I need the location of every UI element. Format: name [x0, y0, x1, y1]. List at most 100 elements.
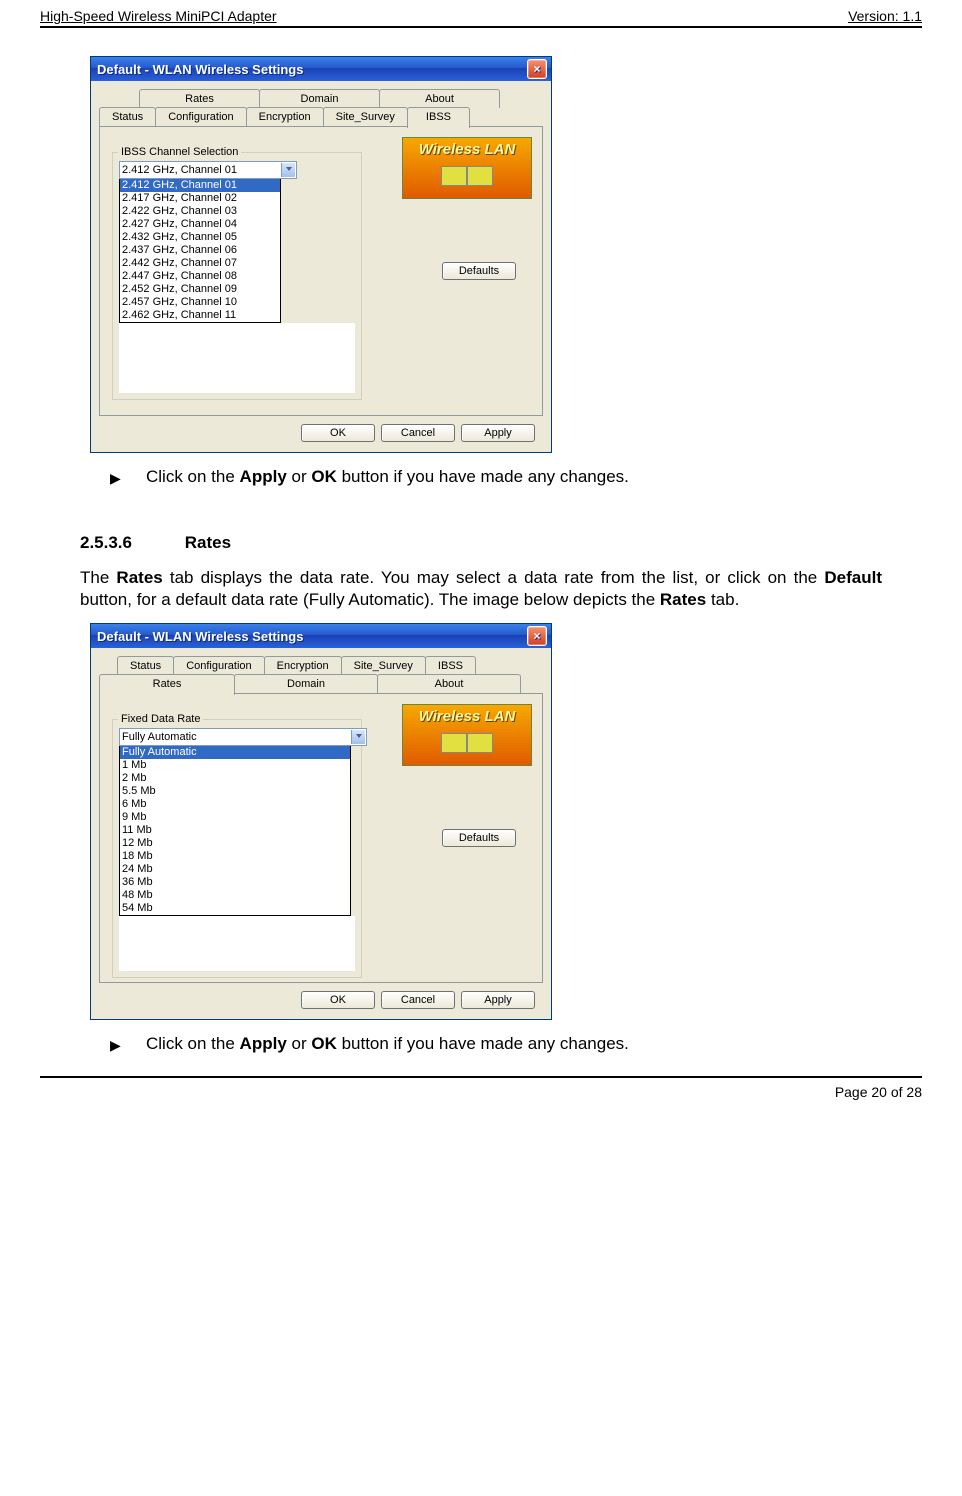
defaults-button[interactable]: Defaults	[442, 262, 516, 280]
rates-paragraph: The Rates tab displays the data rate. Yo…	[80, 567, 882, 611]
list-item[interactable]: 2.437 GHz, Channel 06	[120, 244, 280, 257]
list-item[interactable]: 2.427 GHz, Channel 04	[120, 218, 280, 231]
dialog-buttons: OK Cancel Apply	[99, 983, 543, 1009]
list-item[interactable]: 2.457 GHz, Channel 10	[120, 296, 280, 309]
list-item[interactable]: 2.412 GHz, Channel 01	[120, 179, 280, 192]
rate-listbox[interactable]: Fully Automatic 1 Mb 2 Mb 5.5 Mb 6 Mb 9 …	[119, 745, 351, 916]
window-title: Default - WLAN Wireless Settings	[97, 62, 303, 77]
list-item[interactable]: 5.5 Mb	[120, 785, 350, 798]
logo-text: Wireless LAN	[403, 708, 531, 725]
close-icon[interactable]: ×	[527, 59, 547, 79]
list-item[interactable]: 48 Mb	[120, 889, 350, 902]
header-right: Version: 1.1	[848, 8, 922, 24]
tab-about[interactable]: About	[379, 89, 500, 108]
tab-configuration[interactable]: Configuration	[173, 656, 264, 675]
list-item[interactable]: 2.447 GHz, Channel 08	[120, 270, 280, 283]
tab-ibss[interactable]: IBSS	[425, 656, 476, 675]
list-item[interactable]: 11 Mb	[120, 824, 350, 837]
logo-text: Wireless LAN	[403, 141, 531, 158]
tab-configuration[interactable]: Configuration	[155, 107, 246, 126]
document-page: High-Speed Wireless MiniPCI Adapter Vers…	[0, 0, 962, 1120]
list-item[interactable]: 54 Mb	[120, 902, 350, 915]
list-item[interactable]: 2.452 GHz, Channel 09	[120, 283, 280, 296]
cancel-button[interactable]: Cancel	[381, 991, 455, 1009]
listbox-whitespace	[119, 916, 355, 971]
fixed-data-rate-groupbox: Fixed Data Rate Fully Automatic Fully Au…	[112, 702, 362, 978]
tabstrip: Status Configuration Encryption Site_Sur…	[99, 656, 543, 694]
tab-panel-rates: Fixed Data Rate Fully Automatic Fully Au…	[99, 693, 543, 983]
instruction-bullet: ▶ Click on the Apply or OK button if you…	[110, 1034, 882, 1054]
computer-icon	[467, 733, 493, 753]
tab-encryption[interactable]: Encryption	[246, 107, 324, 126]
page-number: Page 20 of 28	[835, 1084, 922, 1100]
list-item[interactable]: 2.462 GHz, Channel 11	[120, 309, 280, 322]
page-header: High-Speed Wireless MiniPCI Adapter Vers…	[40, 8, 922, 28]
tab-panel-ibss: IBSS Channel Selection 2.412 GHz, Channe…	[99, 126, 543, 416]
combobox-value: 2.412 GHz, Channel 01	[122, 164, 237, 176]
tab-about[interactable]: About	[377, 674, 521, 693]
section-heading: 2.5.3.6 Rates	[80, 533, 882, 553]
section-number: 2.5.3.6	[80, 533, 180, 553]
rates-settings-window: Default - WLAN Wireless Settings × Statu…	[90, 623, 552, 1020]
titlebar[interactable]: Default - WLAN Wireless Settings ×	[91, 57, 551, 81]
ibss-channel-groupbox: IBSS Channel Selection 2.412 GHz, Channe…	[112, 135, 362, 400]
cancel-button[interactable]: Cancel	[381, 424, 455, 442]
list-item[interactable]: 18 Mb	[120, 850, 350, 863]
list-item[interactable]: 12 Mb	[120, 837, 350, 850]
list-item[interactable]: 6 Mb	[120, 798, 350, 811]
instruction-bullet: ▶ Click on the Apply or OK button if you…	[110, 467, 882, 487]
tab-status[interactable]: Status	[117, 656, 174, 675]
bullet-arrow-icon: ▶	[110, 1034, 146, 1054]
list-item[interactable]: 36 Mb	[120, 876, 350, 889]
tab-rates[interactable]: Rates	[99, 674, 235, 695]
apply-button[interactable]: Apply	[461, 424, 535, 442]
computer-icon	[467, 166, 493, 186]
rate-combobox[interactable]: Fully Automatic	[119, 728, 367, 746]
channel-listbox[interactable]: 2.412 GHz, Channel 01 2.417 GHz, Channel…	[119, 178, 281, 323]
tab-status[interactable]: Status	[99, 107, 156, 126]
tab-ibss[interactable]: IBSS	[407, 107, 470, 128]
tab-site-survey[interactable]: Site_Survey	[323, 107, 408, 126]
tab-site-survey[interactable]: Site_Survey	[341, 656, 426, 675]
ok-button[interactable]: OK	[301, 991, 375, 1009]
listbox-whitespace	[119, 323, 355, 393]
groupbox-label: IBSS Channel Selection	[118, 146, 241, 158]
list-item[interactable]: 9 Mb	[120, 811, 350, 824]
list-item[interactable]: 1 Mb	[120, 759, 350, 772]
titlebar[interactable]: Default - WLAN Wireless Settings ×	[91, 624, 551, 648]
tab-encryption[interactable]: Encryption	[264, 656, 342, 675]
list-item[interactable]: Fully Automatic	[120, 746, 350, 759]
apply-button[interactable]: Apply	[461, 991, 535, 1009]
window-body: Rates Domain About Status Configuration …	[91, 81, 551, 452]
instruction-text: Click on the Apply or OK button if you h…	[146, 467, 629, 487]
section-title: Rates	[185, 533, 231, 552]
list-item[interactable]: 24 Mb	[120, 863, 350, 876]
window-title: Default - WLAN Wireless Settings	[97, 629, 303, 644]
header-left: High-Speed Wireless MiniPCI Adapter	[40, 8, 277, 24]
close-icon[interactable]: ×	[527, 626, 547, 646]
list-item[interactable]: 2.422 GHz, Channel 03	[120, 205, 280, 218]
chevron-down-icon	[356, 734, 362, 738]
list-item[interactable]: 2 Mb	[120, 772, 350, 785]
list-item[interactable]: 2.432 GHz, Channel 05	[120, 231, 280, 244]
instruction-text: Click on the Apply or OK button if you h…	[146, 1034, 629, 1054]
tabstrip: Rates Domain About Status Configuration …	[99, 89, 543, 127]
ok-button[interactable]: OK	[301, 424, 375, 442]
bullet-arrow-icon: ▶	[110, 467, 146, 487]
channel-combobox[interactable]: 2.412 GHz, Channel 01	[119, 161, 297, 179]
dialog-buttons: OK Cancel Apply	[99, 416, 543, 442]
window-body: Status Configuration Encryption Site_Sur…	[91, 648, 551, 1019]
defaults-button[interactable]: Defaults	[442, 829, 516, 847]
chevron-down-icon	[286, 167, 292, 171]
groupbox-label: Fixed Data Rate	[118, 713, 203, 725]
page-footer: Page 20 of 28	[40, 1076, 922, 1100]
list-item[interactable]: 2.417 GHz, Channel 02	[120, 192, 280, 205]
tab-domain[interactable]: Domain	[259, 89, 380, 108]
computer-icon	[441, 733, 467, 753]
computer-icon	[441, 166, 467, 186]
list-item[interactable]: 2.442 GHz, Channel 07	[120, 257, 280, 270]
combobox-value: Fully Automatic	[122, 731, 197, 743]
tab-domain[interactable]: Domain	[234, 674, 378, 693]
wireless-lan-logo: Wireless LAN	[402, 704, 532, 766]
tab-rates[interactable]: Rates	[139, 89, 260, 108]
